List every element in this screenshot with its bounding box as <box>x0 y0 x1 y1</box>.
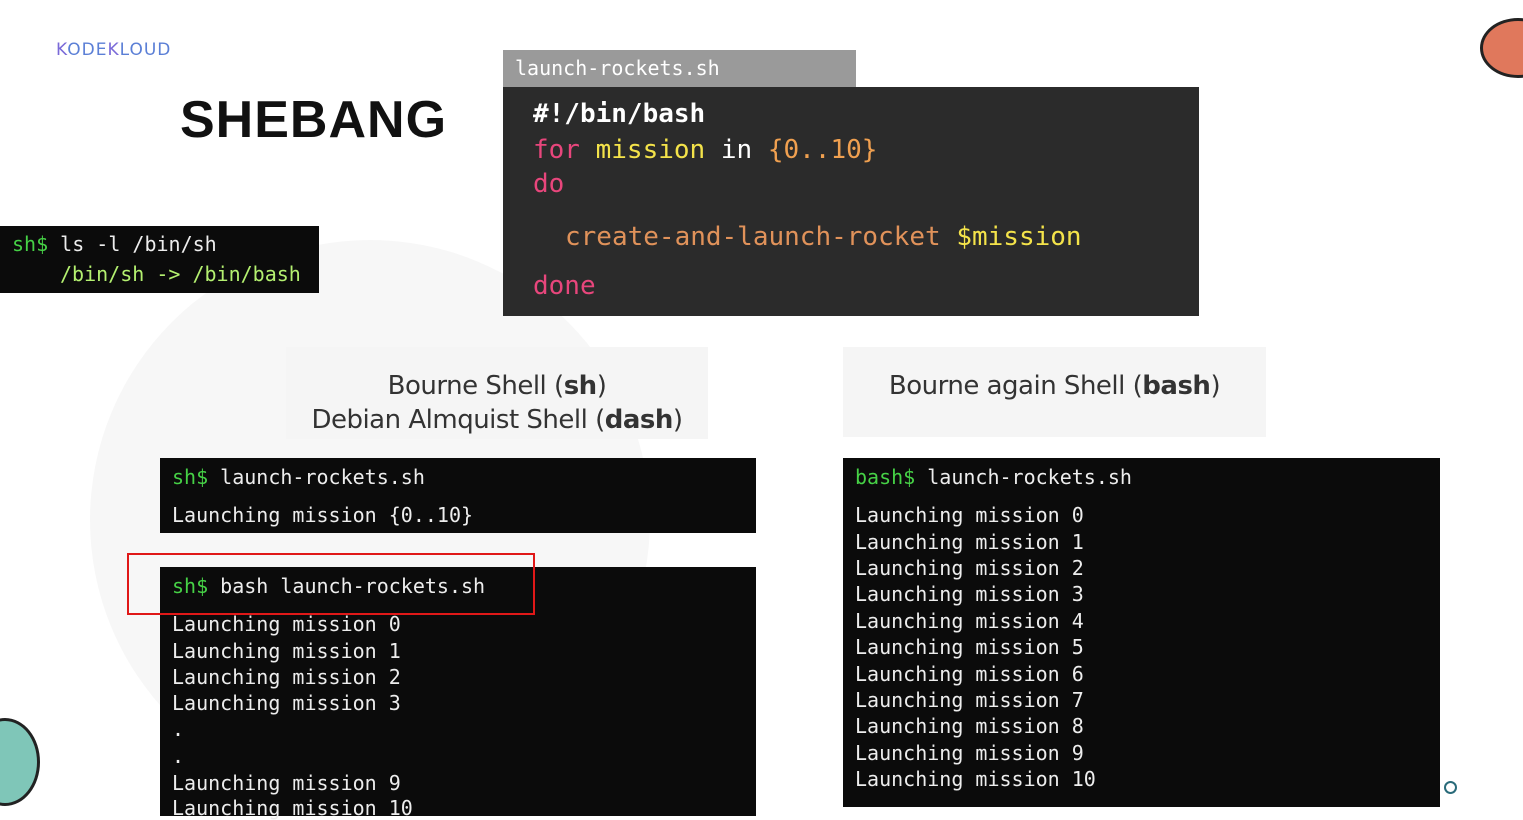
label-text: Debian Almquist Shell ( <box>311 405 605 435</box>
output-line: Launching mission 10 <box>172 796 413 820</box>
label-text: ) <box>596 371 607 401</box>
for-keyword: for <box>533 135 580 165</box>
output-line: Launching mission 9 <box>172 771 401 795</box>
output-line: Launching mission 9 <box>855 741 1084 765</box>
label-bold: bash <box>1142 371 1211 401</box>
command: launch-rockets.sh <box>208 465 425 489</box>
loop-variable: mission <box>595 135 706 165</box>
label-text: ) <box>1210 371 1221 401</box>
command-name: create-and-launch-rocket <box>565 222 941 252</box>
output-line: Launching mission 2 <box>855 556 1084 580</box>
decorative-blob-top-right <box>1480 18 1523 78</box>
output-line: Launching mission 3 <box>855 582 1084 606</box>
output-line: Launching mission 5 <box>855 635 1084 659</box>
bash-command-line: bash$ launch-rockets.sh <box>855 465 1132 489</box>
sh-terminal: sh$ launch-rockets.sh Launching mission … <box>160 458 756 533</box>
output-line: Launching mission 10 <box>855 767 1096 791</box>
logo-k: K <box>56 40 68 60</box>
output-line: Launching mission 0 <box>172 612 401 636</box>
command: ls -l /bin/sh <box>48 232 217 256</box>
kodekloud-logo: KODEKLOUD <box>56 40 171 60</box>
sh-dash-label: Bourne Shell (sh) Debian Almquist Shell … <box>286 347 708 439</box>
ls-output: /bin/sh -> /bin/bash <box>60 262 301 286</box>
output-line: Launching mission 1 <box>172 639 401 663</box>
done-keyword: done <box>533 271 596 301</box>
label-text: Bourne Shell ( <box>387 371 565 401</box>
bash-terminal: bash$ launch-rockets.sh Launching missio… <box>843 458 1440 807</box>
prompt: bash$ <box>855 465 916 489</box>
dash-label-line: Debian Almquist Shell (dash) <box>286 405 708 435</box>
ls-command-line: sh$ ls -l /bin/sh <box>12 232 217 256</box>
output-line: Launching mission 1 <box>855 530 1084 554</box>
logo-k2: K <box>107 40 120 60</box>
ls-terminal: sh$ ls -l /bin/sh /bin/sh -> /bin/bash <box>0 226 319 293</box>
script-filename-tab: launch-rockets.sh <box>503 50 856 87</box>
output-line: Launching mission 7 <box>855 688 1084 712</box>
command-line: create-and-launch-rocket $mission <box>565 222 1082 252</box>
label-bold: dash <box>604 405 674 435</box>
output-line: Launching mission 4 <box>855 609 1084 633</box>
logo-ode: ODE <box>67 40 108 60</box>
sh-output: Launching mission {0..10} <box>172 503 474 527</box>
label-bold: sh <box>563 371 598 401</box>
command-argument: $mission <box>956 222 1082 252</box>
output-line: . <box>172 717 185 741</box>
output-line: Launching mission 3 <box>172 691 401 715</box>
decorative-dot <box>1444 781 1457 794</box>
output-line: Launching mission 8 <box>855 714 1084 738</box>
logo-loud: LOUD <box>119 40 172 60</box>
range-expression: {0..10} <box>767 135 878 165</box>
script-code-block: #!/bin/bash for mission in {0..10} do cr… <box>503 87 1199 316</box>
decorative-blob-bottom-left <box>0 718 40 806</box>
label-text: ) <box>672 405 683 435</box>
shebang-line: #!/bin/bash <box>533 99 706 129</box>
label-text: Bourne again Shell ( <box>888 371 1143 401</box>
slide-title: SHEBANG <box>180 91 448 149</box>
output-line: . <box>172 744 185 768</box>
sh-label-line: Bourne Shell (sh) <box>286 371 708 401</box>
in-keyword: in <box>720 135 753 165</box>
do-keyword: do <box>533 169 565 199</box>
bash-label: Bourne again Shell (bash) <box>843 347 1266 437</box>
output-line: Launching mission 2 <box>172 665 401 689</box>
prompt: sh$ <box>12 232 49 256</box>
bash-label-line: Bourne again Shell (bash) <box>843 371 1266 401</box>
output-line: Launching mission 6 <box>855 662 1084 686</box>
output-line: Launching mission 0 <box>855 503 1084 527</box>
for-line: for mission in {0..10} <box>533 135 877 165</box>
highlight-box <box>127 553 535 615</box>
command: launch-rockets.sh <box>915 465 1132 489</box>
prompt: sh$ <box>172 465 209 489</box>
sh-command-line: sh$ launch-rockets.sh <box>172 465 425 489</box>
